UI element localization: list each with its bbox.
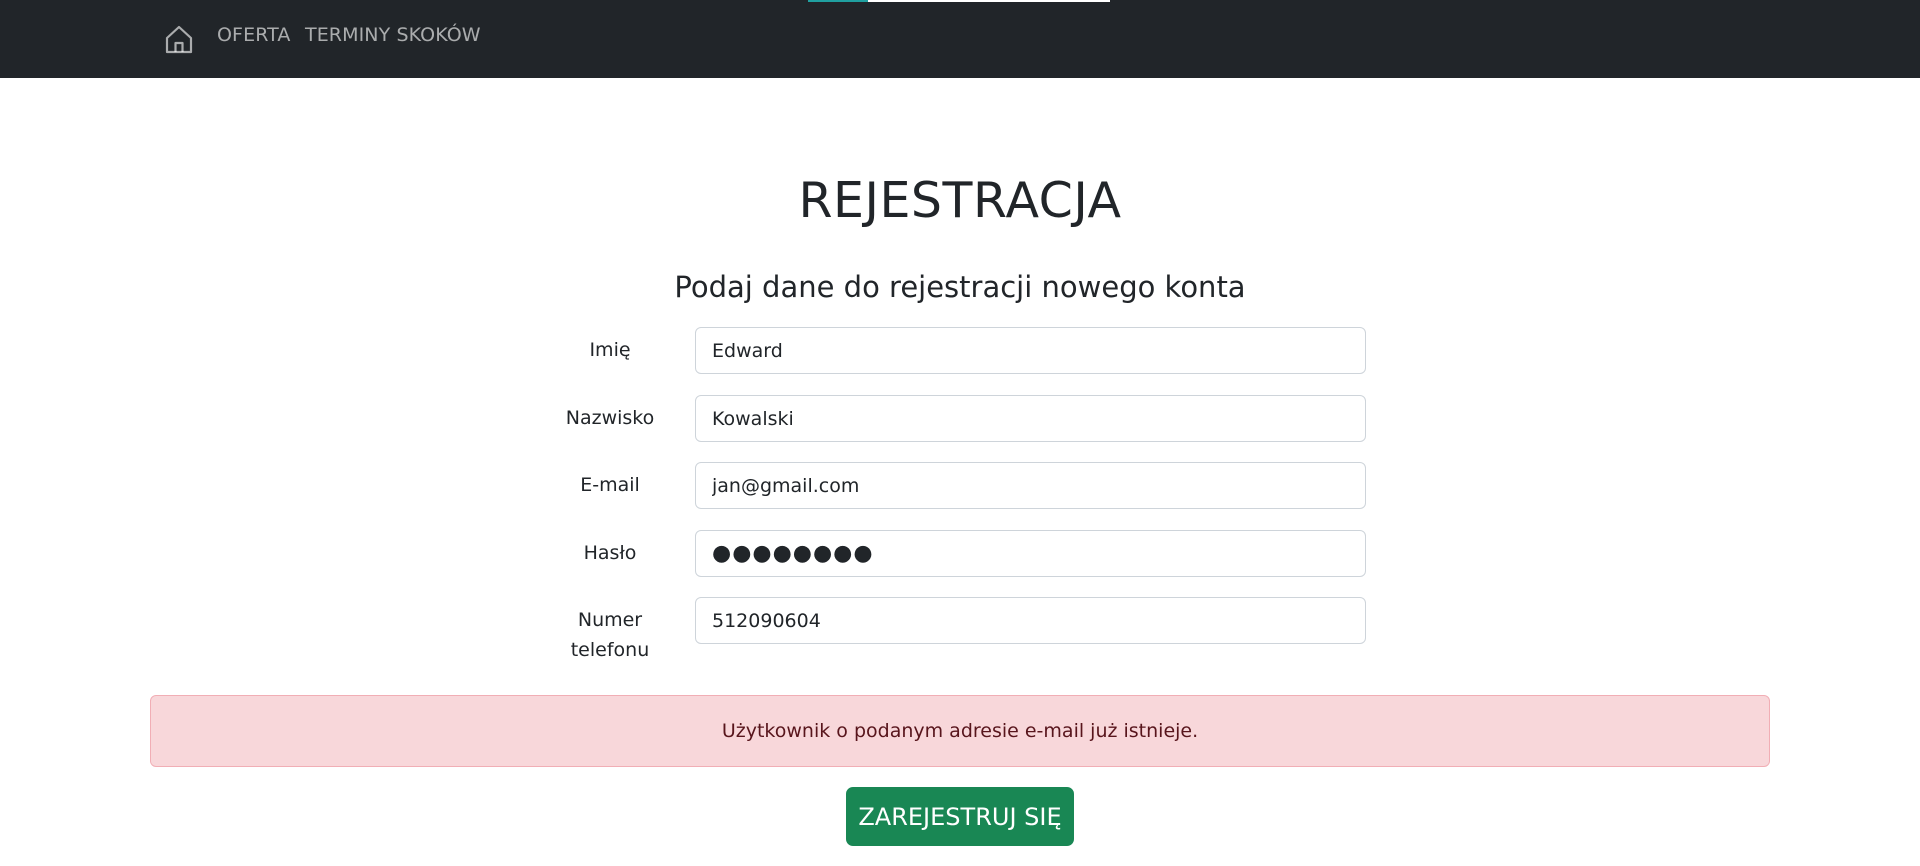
first-name-input[interactable] [695, 327, 1366, 374]
form-row-first-name: Imię [560, 327, 1366, 374]
phone-label-line1: Numer [577, 609, 643, 631]
error-alert-message: Użytkownik o podanym adresie e-mail już … [721, 720, 1199, 742]
password-label: Hasło [583, 542, 637, 564]
phone-input[interactable] [695, 597, 1366, 644]
home-link[interactable] [162, 22, 196, 56]
register-button[interactable]: ZAREJESTRUJ SIĘ [846, 787, 1074, 846]
nav-link-terminy-skokow[interactable]: TERMINY SKOKÓW [305, 24, 481, 46]
password-input[interactable] [695, 530, 1366, 577]
phone-label: Numer telefonu [560, 605, 660, 665]
form-row-phone: Numer telefonu [560, 597, 1366, 661]
phone-label-line2: telefonu [570, 639, 650, 661]
form-row-password: Hasło [560, 530, 1366, 577]
home-icon [165, 25, 193, 54]
last-name-input[interactable] [695, 395, 1366, 442]
page-title: REJESTRACJA [798, 172, 1122, 229]
email-input[interactable] [695, 462, 1366, 509]
form-row-last-name: Nazwisko [560, 395, 1366, 442]
page-subtitle: Podaj dane do rejestracji nowego konta [674, 270, 1246, 304]
nav-top-accent-segment [808, 0, 868, 2]
first-name-label: Imię [589, 339, 631, 361]
error-alert: Użytkownik o podanym adresie e-mail już … [150, 695, 1770, 767]
nav-link-oferta[interactable]: OFERTA [217, 24, 290, 46]
top-navbar: OFERTA TERMINY SKOKÓW [0, 0, 1920, 78]
form-row-email: E-mail [560, 462, 1366, 509]
last-name-label: Nazwisko [565, 407, 655, 429]
email-label: E-mail [580, 474, 640, 496]
